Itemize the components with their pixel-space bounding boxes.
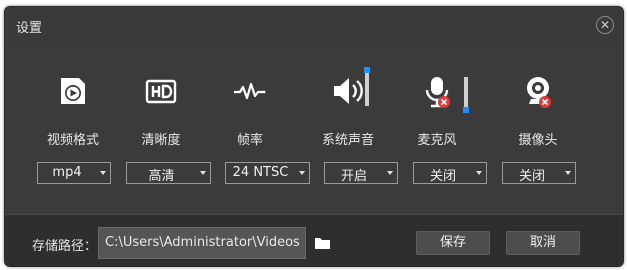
system-audio-value: 开启 <box>340 169 367 184</box>
system-audio-label: 系统声音 <box>321 133 374 148</box>
system-audio-volume-slider[interactable] <box>364 67 370 106</box>
microphone-label: 麦克风 <box>417 133 457 148</box>
system-audio-dropdown[interactable]: 开启 <box>324 162 398 184</box>
option-resolution: 清晰度 <box>116 69 206 149</box>
hd-icon <box>145 79 177 104</box>
cancel-button[interactable]: 取消 <box>506 231 580 255</box>
video-format-label: 视频格式 <box>46 133 99 148</box>
frame-rate-label: 帧率 <box>236 133 263 148</box>
frame-rate-value: 24 NTSC <box>232 165 289 180</box>
chevron-down-icon <box>299 171 305 175</box>
resolution-value: 高清 <box>148 169 175 184</box>
title-bar[interactable]: 设置 ✕ <box>5 7 623 43</box>
volume-slider-handle[interactable] <box>364 67 370 73</box>
folder-icon <box>315 238 330 249</box>
save-path-field[interactable]: C:\Users\Administrator\Videos <box>98 227 306 259</box>
microphone-dropdown[interactable]: 关闭 <box>413 162 487 184</box>
chevron-down-icon <box>100 171 106 175</box>
option-video-format: 视频格式 <box>28 69 118 149</box>
chevron-down-icon <box>476 171 482 175</box>
browse-folder-button[interactable] <box>314 235 331 254</box>
webcam-off-icon <box>527 77 551 108</box>
mic-slider-handle[interactable] <box>463 107 469 113</box>
video-format-dropdown[interactable]: mp4 <box>37 162 111 184</box>
save-button[interactable]: 保存 <box>416 231 490 255</box>
save-path-label: 存储路径： <box>32 239 98 254</box>
chevron-down-icon <box>565 171 571 175</box>
camera-value: 关闭 <box>518 169 545 184</box>
option-frame-rate: 帧率 <box>205 69 295 149</box>
close-button[interactable]: ✕ <box>596 16 614 34</box>
close-icon: ✕ <box>599 18 611 32</box>
camera-label: 摄像头 <box>518 133 558 148</box>
resolution-label: 清晰度 <box>141 133 181 148</box>
speaker-icon <box>334 78 363 104</box>
frame-rate-dropdown[interactable]: 24 NTSC <box>225 162 310 184</box>
video-format-value: mp4 <box>52 165 82 180</box>
settings-dialog: 设置 ✕ 视频格式 清晰度 帧率 系统声音 麦克风 摄像头 mp4 高清 24 … <box>4 6 624 267</box>
option-microphone: 麦克风 <box>392 69 482 149</box>
dialog-title: 设置 <box>16 21 43 36</box>
chevron-down-icon <box>200 171 206 175</box>
microphone-muted-icon <box>425 77 450 108</box>
waveform-icon <box>234 82 266 100</box>
play-video-icon <box>61 78 85 104</box>
microphone-value: 关闭 <box>429 169 456 184</box>
resolution-dropdown[interactable]: 高清 <box>126 162 211 184</box>
microphone-volume-slider[interactable] <box>463 77 469 113</box>
option-system-audio: 系统声音 <box>303 67 393 149</box>
chevron-down-icon <box>387 171 393 175</box>
footer-bar: 存储路径： C:\Users\Administrator\Videos 保存 取… <box>5 214 623 266</box>
camera-dropdown[interactable]: 关闭 <box>502 162 576 184</box>
option-camera: 摄像头 <box>493 69 583 149</box>
